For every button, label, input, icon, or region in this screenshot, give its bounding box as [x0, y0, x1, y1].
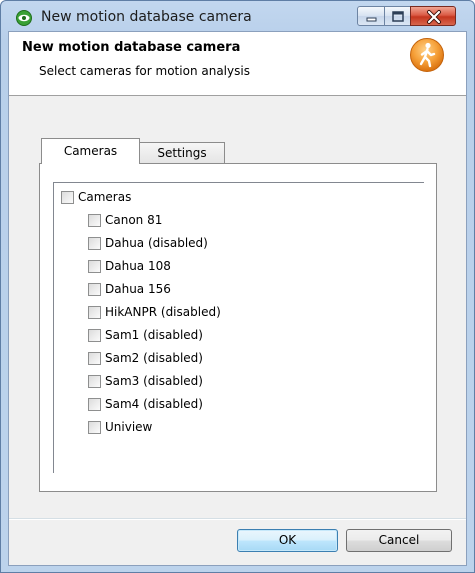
tree-item[interactable]: Sam2 (disabled) — [88, 349, 203, 367]
footer-divider-highlight — [9, 519, 466, 520]
eye-icon — [16, 10, 32, 26]
checkbox[interactable] — [88, 282, 101, 296]
tree-root-cameras[interactable]: Cameras — [61, 188, 131, 206]
ok-button[interactable]: OK — [237, 529, 338, 552]
header-title: New motion database camera — [22, 40, 241, 55]
window-title: New motion database camera — [41, 9, 252, 25]
tree-item-label: Sam3 (disabled) — [105, 374, 203, 388]
tree-item-label: Dahua 108 — [105, 259, 171, 273]
tree-item-label: Sam1 (disabled) — [105, 328, 203, 342]
tree-item-label: Uniview — [105, 420, 153, 434]
header-subtitle: Select cameras for motion analysis — [39, 64, 250, 78]
wizard-header: New motion database camera Select camera… — [9, 32, 466, 96]
checkbox[interactable] — [88, 374, 101, 388]
checkbox[interactable] — [88, 420, 101, 434]
tree-item[interactable]: Dahua 156 — [88, 280, 171, 298]
camera-tree[interactable]: Cameras Canon 81 Dahua (disabled) Dahua … — [53, 182, 424, 473]
tree-item[interactable]: Sam3 (disabled) — [88, 372, 203, 390]
dialog-client-area: New motion database camera Select camera… — [8, 31, 467, 566]
checkbox[interactable] — [61, 190, 74, 204]
tree-item[interactable]: Dahua 108 — [88, 257, 171, 275]
tree-item[interactable]: Dahua (disabled) — [88, 234, 208, 252]
checkbox[interactable] — [88, 213, 101, 227]
minimize-icon — [366, 17, 377, 22]
tree-item[interactable]: Canon 81 — [88, 211, 162, 229]
tree-item[interactable]: Sam4 (disabled) — [88, 395, 203, 413]
close-icon — [427, 10, 441, 24]
tree-item[interactable]: Sam1 (disabled) — [88, 326, 203, 344]
tree-item[interactable]: HikANPR (disabled) — [88, 303, 221, 321]
tree-item-label: Dahua 156 — [105, 282, 171, 296]
tree-item[interactable]: Uniview — [88, 418, 152, 436]
checkbox[interactable] — [88, 305, 101, 319]
cancel-button[interactable]: Cancel — [346, 529, 452, 552]
maximize-icon — [392, 11, 404, 22]
tab-settings[interactable]: Settings — [140, 142, 225, 164]
checkbox[interactable] — [88, 259, 101, 273]
title-bar[interactable]: New motion database camera — [1, 1, 474, 31]
checkbox[interactable] — [88, 236, 101, 250]
tree-item-label: HikANPR (disabled) — [105, 305, 221, 319]
tree-root-label: Cameras — [78, 190, 132, 204]
close-button[interactable] — [410, 6, 456, 26]
checkbox[interactable] — [88, 397, 101, 411]
checkbox[interactable] — [88, 351, 101, 365]
tree-item-label: Canon 81 — [105, 213, 163, 227]
tree-item-label: Sam2 (disabled) — [105, 351, 203, 365]
minimize-button[interactable] — [357, 6, 385, 26]
tree-item-label: Sam4 (disabled) — [105, 397, 203, 411]
cameras-tab-panel: Cameras Canon 81 Dahua (disabled) Dahua … — [39, 163, 437, 492]
checkbox[interactable] — [88, 328, 101, 342]
walking-person-icon — [410, 38, 444, 72]
tree-item-label: Dahua (disabled) — [105, 236, 208, 250]
maximize-button[interactable] — [384, 6, 411, 26]
tab-cameras[interactable]: Cameras — [41, 138, 140, 164]
dialog-window: New motion database camera New motion da… — [0, 0, 475, 573]
